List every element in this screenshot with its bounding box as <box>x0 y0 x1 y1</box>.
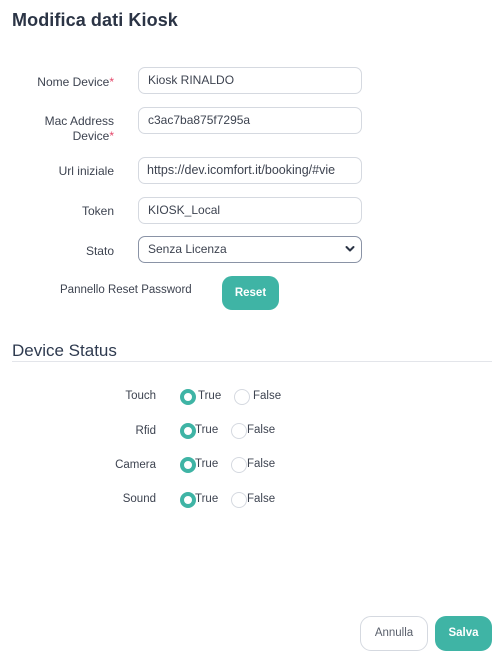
rfid-false-radio[interactable] <box>231 423 247 439</box>
save-button[interactable]: Salva <box>435 616 492 651</box>
mac-address-input[interactable]: c3ac7ba875f7295a <box>138 107 362 134</box>
touch-label: Touch <box>125 390 156 402</box>
sound-false-radio[interactable] <box>231 492 247 508</box>
nome-device-input[interactable]: Kiosk RINALDO <box>138 67 362 94</box>
sound-label: Sound <box>122 493 156 505</box>
mac-address-label: Mac Address Device* <box>0 114 114 144</box>
reset-button[interactable]: Reset <box>222 276 279 310</box>
required-mark: * <box>109 129 114 143</box>
mac-address-label-line2: Device <box>72 129 110 143</box>
device-status-title: Device Status <box>12 341 117 360</box>
rfid-true-radio[interactable] <box>180 423 196 439</box>
url-iniziale-label: Url iniziale <box>58 164 114 178</box>
mac-address-label-line1: Mac Address <box>44 114 114 128</box>
camera-label: Camera <box>115 459 156 471</box>
touch-true-radio[interactable] <box>180 389 196 405</box>
camera-true-label: True <box>195 458 219 470</box>
token-label: Token <box>81 204 114 218</box>
nome-device-label: Nome Device* <box>0 75 114 90</box>
touch-false-radio[interactable] <box>234 389 250 405</box>
touch-true-label: True <box>198 390 222 402</box>
url-iniziale-input[interactable]: https://dev.icomfort.it/booking/#vie <box>138 157 362 184</box>
rfid-false-label: False <box>247 424 276 436</box>
touch-false-label: False <box>253 390 282 402</box>
page-title: Modifica dati Kiosk <box>12 10 178 30</box>
reset-password-label: Pannello Reset Password <box>60 284 192 296</box>
cancel-button[interactable]: Annulla <box>360 616 428 651</box>
camera-true-radio[interactable] <box>180 457 196 473</box>
stato-label: Stato <box>85 244 114 258</box>
sound-true-label: True <box>195 493 219 505</box>
stato-select[interactable]: Senza Licenza <box>138 236 362 263</box>
token-input[interactable]: KIOSK_Local <box>138 197 362 224</box>
required-mark: * <box>109 75 114 89</box>
section-divider <box>12 361 492 362</box>
rfid-true-label: True <box>195 424 219 436</box>
camera-false-label: False <box>247 458 276 470</box>
chevron-down-icon <box>345 246 355 252</box>
stato-selected-value: Senza Licenza <box>148 242 227 256</box>
rfid-label: Rfid <box>135 425 156 437</box>
camera-false-radio[interactable] <box>231 457 247 473</box>
sound-false-label: False <box>247 493 276 505</box>
nome-device-label-text: Nome Device <box>37 75 110 89</box>
sound-true-radio[interactable] <box>180 492 196 508</box>
